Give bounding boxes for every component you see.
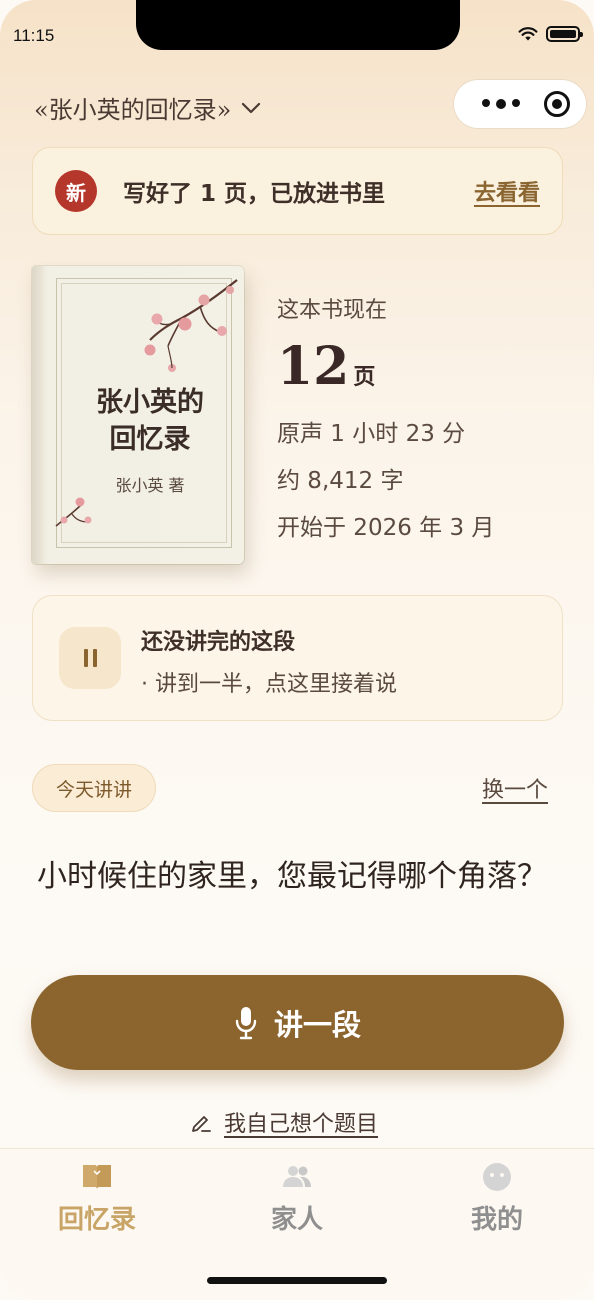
book-author: 张小英 著	[115, 476, 185, 495]
new-page-notice: 新 写好了 1 页，已放进书里 去看看	[32, 147, 563, 235]
book-title: 张小英的 回忆录	[96, 387, 204, 455]
today-topic-tag: 今天讲讲	[32, 764, 156, 812]
more-icon[interactable]	[482, 99, 520, 109]
face-icon	[483, 1163, 511, 1191]
home-indicator	[207, 1277, 387, 1284]
battery-icon	[546, 26, 583, 42]
page-count-unit: 页	[353, 365, 376, 390]
record-button-label: 讲一段	[273, 1007, 361, 1042]
pencil-icon	[192, 1116, 211, 1132]
tab-memoir[interactable]: 回忆录	[27, 1161, 167, 1236]
book-cover[interactable]: 张小英的 回忆录 张小英 著	[32, 266, 244, 564]
record-button[interactable]: 讲一段	[31, 975, 564, 1070]
book-spine	[32, 266, 44, 564]
notice-text: 写好了 1 页，已放进书里	[123, 181, 386, 207]
new-badge: 新	[55, 170, 97, 212]
tab-family-label: 家人	[270, 1205, 323, 1235]
page-count-number: 12	[277, 336, 350, 397]
status-time: 11:15	[13, 26, 55, 45]
device-notch	[136, 0, 460, 50]
status-icons	[518, 26, 583, 42]
resume-recording-card[interactable]: 还没讲完的这段 · 讲到一半，点这里接着说	[32, 595, 563, 721]
stats-label: 这本书现在	[277, 298, 388, 323]
tab-mine-label: 我的	[470, 1205, 523, 1235]
close-target-icon[interactable]	[544, 91, 570, 117]
wifi-icon	[518, 27, 538, 41]
book-icon	[83, 1165, 111, 1189]
page-count: 12 页	[277, 336, 375, 397]
pause-icon	[59, 627, 121, 689]
people-icon	[283, 1166, 311, 1187]
resume-subtitle: · 讲到一半，点这里接着说	[141, 672, 397, 697]
topic-question: 小时候住的家里，您最记得哪个角落？	[37, 859, 547, 894]
start-date: 开始于 2026 年 3 月	[277, 515, 495, 541]
chevron-down-icon	[242, 102, 261, 113]
tab-mine[interactable]: 我的	[427, 1161, 567, 1236]
tab-family[interactable]: 家人	[227, 1161, 367, 1236]
book-selector[interactable]: «张小英的回忆录»	[34, 90, 261, 125]
resume-title: 还没讲完的这段	[141, 630, 296, 655]
word-count: 约 8,412 字	[277, 468, 404, 494]
mini-program-capsule	[454, 80, 586, 128]
view-link[interactable]: 去看看	[474, 175, 540, 207]
app-screen: 11:15 «张小英的回忆录» 新 写好了 1 页，已放进书里 去看看 张小英的…	[0, 0, 594, 1300]
own-topic-label: 我自己想个题目	[224, 1112, 379, 1137]
switch-topic-link[interactable]: 换一个	[482, 772, 548, 804]
book-selector-label: «张小英的回忆录»	[34, 96, 232, 124]
tab-memoir-label: 回忆录	[57, 1205, 136, 1235]
own-topic-link[interactable]: 我自己想个题目	[190, 1106, 378, 1138]
audio-duration: 原声 1 小时 23 分	[277, 421, 466, 447]
microphone-icon	[235, 1006, 257, 1039]
